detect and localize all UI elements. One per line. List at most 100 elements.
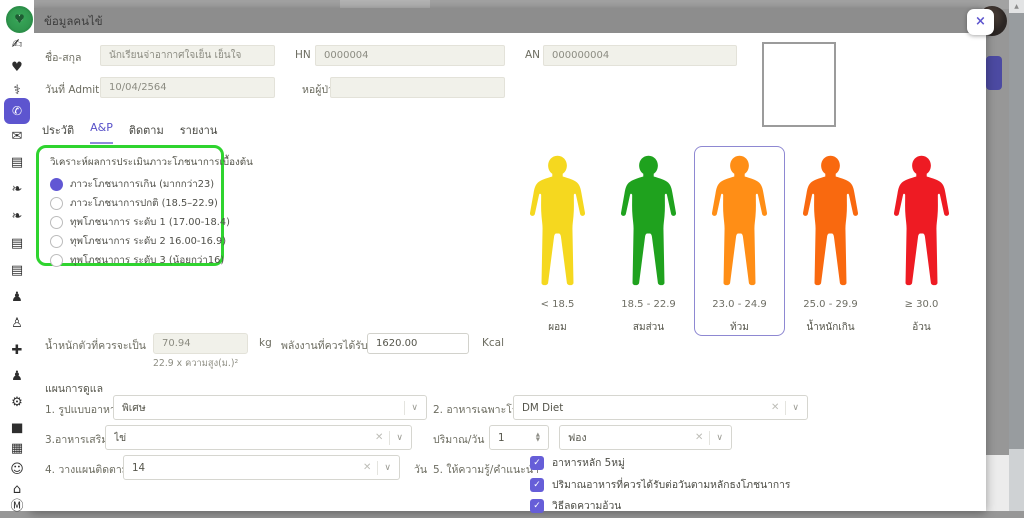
sidebar-item-care-hand-2-icon[interactable]: ❧ <box>0 206 34 228</box>
nutrition-option-3[interactable]: ทุพโภชนาการ ระดับ 1 (17.00-18.4) <box>50 215 210 229</box>
disease-food-select[interactable]: DM Diet ✕ ∨ <box>513 395 808 420</box>
select-divider <box>709 431 710 445</box>
radio-icon[interactable] <box>50 197 63 210</box>
background-action-button[interactable] <box>986 56 1002 90</box>
sidebar-item-staff-m-icon[interactable]: Ⓜ <box>0 496 34 518</box>
checkbox-checked-icon[interactable]: ✓ <box>530 456 544 470</box>
scrollbar-thumb[interactable] <box>1009 13 1024 449</box>
amount-input[interactable]: 1 ▲▼ <box>489 425 549 450</box>
tab-report[interactable]: รายงาน <box>180 121 218 144</box>
clear-icon[interactable]: ✕ <box>375 432 383 443</box>
energy-input[interactable] <box>367 333 469 354</box>
chevron-down-icon[interactable]: ∨ <box>396 433 403 443</box>
hn-input[interactable] <box>315 45 505 66</box>
sidebar-item-telemedicine-icon[interactable]: ✆ <box>4 98 30 124</box>
nutrition-option-1[interactable]: ภาวะโภชนาการเกิน (มากกว่า23) <box>50 177 210 191</box>
supplement-select[interactable]: ไข่ ✕ ∨ <box>105 425 412 450</box>
radio-icon[interactable] <box>50 216 63 229</box>
number-spinner[interactable]: ▲▼ <box>536 433 540 443</box>
food-type-label: 1. รูปแบบอาหาร <box>45 401 121 418</box>
sidebar-item-person-desk-icon[interactable]: ♙ <box>0 313 34 335</box>
app-logo-icon: ♥ <box>6 6 33 33</box>
amount-unit-select[interactable]: ฟอง ✕ ∨ <box>559 425 732 450</box>
bmi-category-3-selected[interactable]: 23.0 - 24.9ท้วม <box>694 146 785 336</box>
person-silhouette-icon <box>799 155 862 287</box>
clear-icon[interactable]: ✕ <box>771 402 779 413</box>
tab-anp[interactable]: A&P <box>90 121 113 144</box>
admit-date-input[interactable] <box>100 77 275 98</box>
chevron-down-icon[interactable]: ∨ <box>384 463 391 473</box>
sidebar-item-heart-care-icon[interactable]: ♥ <box>0 57 34 79</box>
food-type-select[interactable]: พิเศษ ∨ <box>113 395 427 420</box>
checkbox-checked-icon[interactable]: ✓ <box>530 499 544 513</box>
bmi-category-2[interactable]: 18.5 - 22.9สมส่วน <box>603 146 694 336</box>
sidebar-item-statistics-icon[interactable]: ▅ <box>0 416 34 438</box>
sidebar-item-device-1-icon[interactable]: ▤ <box>0 152 34 174</box>
nutrition-option-label: ทุพโภชนาการ ระดับ 3 (น้อยกว่า16) <box>70 253 224 268</box>
amount-unit-value: ฟอง <box>568 429 689 446</box>
person-silhouette-icon <box>617 155 680 287</box>
care-plan-title: แผนการดูแล <box>45 380 103 397</box>
followup-select[interactable]: 14 ✕ ∨ <box>123 455 400 480</box>
name-input[interactable] <box>100 45 275 66</box>
education-item-label: อาหารหลัก 5หมู่ <box>552 454 625 471</box>
nutrition-option-2[interactable]: ภาวะโภชนาการปกติ (18.5–22.9) <box>50 196 210 210</box>
bmi-category-1[interactable]: < 18.5ผอม <box>512 146 603 336</box>
sidebar-item-mind-gear-icon[interactable]: ⚙ <box>0 392 34 414</box>
clear-icon[interactable]: ✕ <box>695 432 703 443</box>
page-scrollbar[interactable]: ▲ <box>1009 0 1024 511</box>
sidebar-item-child-care-icon[interactable]: ☺ <box>0 459 34 481</box>
bmi-range: 23.0 - 24.9 <box>712 299 767 310</box>
tab-history[interactable]: ประวัติ <box>42 121 74 144</box>
sidebar-item-chat-icon[interactable]: ✉ <box>0 126 34 148</box>
nutrition-option-label: ทุพโภชนาการ ระดับ 1 (17.00-18.4) <box>70 215 230 230</box>
close-button[interactable]: × <box>967 9 994 35</box>
chevron-down-icon[interactable]: ∨ <box>716 433 723 443</box>
supplement-value: ไข่ <box>114 429 369 446</box>
select-divider <box>377 461 378 475</box>
select-divider <box>389 431 390 445</box>
radio-icon[interactable] <box>50 235 63 248</box>
radio-selected-icon[interactable] <box>50 178 63 191</box>
sidebar-item-device-3-icon[interactable]: ▤ <box>0 260 34 282</box>
patient-photo-placeholder <box>762 42 836 127</box>
sidebar-item-device-2-icon[interactable]: ▤ <box>0 233 34 255</box>
checkbox-checked-icon[interactable]: ✓ <box>530 478 544 492</box>
education-item-2: ✓ ปริมาณอาหารที่ควรได้รับต่อวันตามหลักธงโ… <box>530 477 790 492</box>
education-item-label: ปริมาณอาหารที่ควรได้รับต่อวันตามหลักธงโภ… <box>552 476 790 493</box>
sidebar-item-health-hand-icon[interactable]: ✚ <box>0 340 34 362</box>
nutrition-option-5[interactable]: ทุพโภชนาการ ระดับ 3 (น้อยกว่า16) <box>50 253 210 267</box>
ward-input[interactable] <box>330 77 505 98</box>
sidebar-item-person-group-icon[interactable]: ♟ <box>0 366 34 388</box>
sidebar-item-data-grid-icon[interactable]: ▦ <box>0 438 34 460</box>
sidebar: ♥ ✍♥⚕✆✉▤❧❧▤▤♟♙✚♟⚙▅▦☺⌂Ⓜ <box>0 0 34 511</box>
bmi-category-label: สมส่วน <box>633 320 664 335</box>
ibw-input[interactable] <box>153 333 248 354</box>
nutrition-option-label: ภาวะโภชนาการเกิน (มากกว่า23) <box>70 177 214 192</box>
followup-value: 14 <box>132 462 357 474</box>
chevron-down-icon[interactable]: ∨ <box>411 403 418 413</box>
supplement-label: 3.อาหารเสริม <box>45 431 108 448</box>
an-input[interactable] <box>543 45 737 66</box>
sidebar-item-patients-icon[interactable]: ♟ <box>0 287 34 309</box>
clear-icon[interactable]: ✕ <box>363 462 371 473</box>
followup-label: 4. วางแผนติดตาม <box>45 461 129 478</box>
amount-label: ปริมาณ/วัน <box>433 431 484 448</box>
food-type-value: พิเศษ <box>122 399 404 416</box>
radio-icon[interactable] <box>50 254 63 267</box>
assessment-annotation-box: วิเคราะห์ผลการประเมินภาวะโภชนาการเบื้องต… <box>36 145 224 266</box>
select-divider <box>404 401 405 415</box>
sidebar-item-assessment-note-icon[interactable]: ✍ <box>0 34 34 56</box>
nutrition-option-4[interactable]: ทุพโภชนาการ ระดับ 2 16.00-16.9) <box>50 234 210 248</box>
education-item-label: วิธีลดความอ้วน <box>552 497 621 514</box>
bmi-category-label: อ้วน <box>912 320 930 335</box>
scrollbar-up-arrow[interactable]: ▲ <box>1009 0 1024 13</box>
tab-followup[interactable]: ติดตาม <box>129 121 164 144</box>
chevron-down-icon[interactable]: ∨ <box>792 403 799 413</box>
bmi-category-5[interactable]: ≥ 30.0อ้วน <box>876 146 967 336</box>
bmi-category-4[interactable]: 25.0 - 29.9น้ำหนักเกิน <box>785 146 876 336</box>
nutrition-option-label: ทุพโภชนาการ ระดับ 2 16.00-16.9) <box>70 234 226 249</box>
sidebar-item-care-hand-1-icon[interactable]: ❧ <box>0 179 34 201</box>
patient-info-modal: ข้อมูลคนไข้ × ชื่อ-สกุล HN AN วันที่ Adm… <box>30 8 986 511</box>
tab-bar: ประวัติ A&P ติดตาม รายงาน <box>42 121 217 144</box>
